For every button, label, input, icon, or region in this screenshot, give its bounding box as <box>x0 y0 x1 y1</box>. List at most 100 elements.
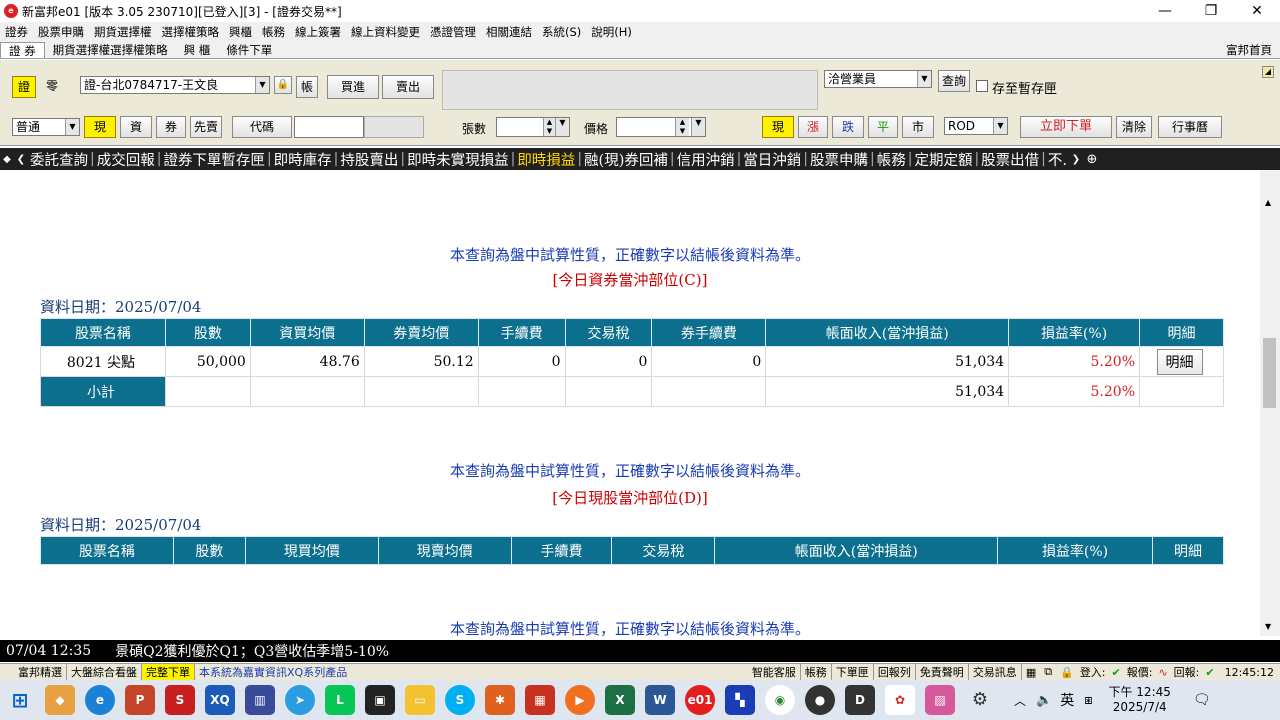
app-flower-icon[interactable]: ✿ <box>885 685 915 715</box>
account-button[interactable]: 帳 <box>296 76 318 98</box>
tab-futures-options[interactable]: 期貨選擇權選擇權策略 <box>45 42 176 58</box>
settings-icon[interactable]: ⚙ <box>965 685 995 715</box>
limit-up-button[interactable]: 漲 <box>798 116 828 138</box>
menu-cert[interactable]: 憑證管理 <box>425 24 481 40</box>
code-button[interactable]: 代碼 <box>232 116 292 138</box>
scroll-left-icon[interactable]: ◆ <box>0 154 14 165</box>
popout-icon[interactable]: ⧉ <box>1040 665 1056 679</box>
clear-button[interactable]: 清除 <box>1116 116 1152 138</box>
price-input[interactable]: ▲ ▼ ▼ <box>616 117 706 137</box>
menu-emerging[interactable]: 興櫃 <box>224 24 257 40</box>
tab-conditional-order[interactable]: 條件下單 <box>218 42 280 58</box>
menu-futures[interactable]: 期貨選擇權 <box>89 24 157 40</box>
scroll-up-icon[interactable]: ▲ <box>1265 198 1271 207</box>
app-player-icon[interactable]: ▶ <box>565 685 595 715</box>
tif-select[interactable]: ROD ▼ <box>944 117 1008 135</box>
monitor-app-icon[interactable]: ▣ <box>365 685 395 715</box>
app-red-icon[interactable]: ▦ <box>525 685 555 715</box>
market-button[interactable]: 市 <box>902 116 934 138</box>
menu-online-change[interactable]: 線上資料變更 <box>346 24 425 40</box>
tab-unrealized-pnl[interactable]: 即時未實現損益 <box>405 149 511 170</box>
minimize-button[interactable]: — <box>1142 0 1188 22</box>
spinner-icon[interactable]: ▲ ▼ <box>543 118 555 136</box>
notification-icon[interactable]: 🗨 <box>1193 692 1211 708</box>
menu-help[interactable]: 說明(H) <box>586 24 637 40</box>
menu-online-sign[interactable]: 線上簽署 <box>290 24 346 40</box>
flat-button[interactable]: 平 <box>868 116 898 138</box>
ime-mode-icon[interactable]: ⧆ <box>1084 693 1092 708</box>
sell-first-button[interactable]: 先賣 <box>190 116 222 138</box>
menu-ipo[interactable]: 股票申購 <box>33 24 89 40</box>
copilot-icon[interactable]: ◆ <box>45 685 75 715</box>
chevron-right-icon[interactable]: ❯ <box>1069 154 1083 165</box>
tab-securities[interactable]: 證 券 <box>0 42 45 58</box>
scroll-thumb[interactable] <box>1263 338 1276 408</box>
app-d-icon[interactable]: D <box>845 685 875 715</box>
tab-daytrade-offset[interactable]: 當日沖銷 <box>741 149 803 170</box>
speaker-icon[interactable]: 🔈 <box>1036 693 1052 708</box>
menu-system[interactable]: 系統(S) <box>537 24 586 40</box>
buy-button[interactable]: 買進 <box>327 75 379 99</box>
zoom-icon[interactable]: ⊕ <box>1083 152 1101 167</box>
line-icon[interactable]: L <box>325 685 355 715</box>
resize-icon[interactable]: ◢ <box>1262 66 1274 78</box>
news-ticker[interactable]: 07/04 12:35 景碩Q2獲利優於Q1；Q3營收估季增5-10% <box>0 640 1280 662</box>
status-tab-market[interactable]: 大盤綜合看盤 <box>67 664 142 680</box>
tab-emerging[interactable]: 興 櫃 <box>176 42 219 58</box>
price-current-button[interactable]: 現 <box>762 116 794 138</box>
tab-order-temp[interactable]: 證券下單暫存匣 <box>161 149 267 170</box>
excel-icon[interactable]: X <box>605 685 635 715</box>
telegram-icon[interactable]: ➤ <box>285 685 315 715</box>
powerpoint-icon[interactable]: P <box>125 685 155 715</box>
obs-icon[interactable]: ● <box>805 685 835 715</box>
tab-credit-offset[interactable]: 信用沖銷 <box>675 149 737 170</box>
sell-button[interactable]: 賣出 <box>382 75 434 99</box>
status-trade-msg[interactable]: 交易訊息 <box>969 664 1022 680</box>
tab-stock-lending[interactable]: 股票出借 <box>979 149 1041 170</box>
chevron-down-icon[interactable]: ▼ <box>555 118 569 136</box>
odd-lot-button[interactable]: 零 <box>40 76 64 98</box>
skype-icon[interactable]: S <box>445 685 475 715</box>
calculator-icon[interactable]: ▦ <box>1022 666 1040 679</box>
stock-button[interactable]: 證 <box>12 76 36 98</box>
app-orange-icon[interactable]: ✱ <box>485 685 515 715</box>
tab-fill-report[interactable]: 成交回報 <box>95 149 157 170</box>
fubon-e01-icon[interactable]: e01 <box>685 685 715 715</box>
vertical-scrollbar[interactable]: ▲ ▼ <box>1260 170 1280 636</box>
menu-option-strategy[interactable]: 選擇權策略 <box>157 24 225 40</box>
chevron-left-icon[interactable]: ❮ <box>14 154 28 165</box>
ime-indicator[interactable]: 英 <box>1060 690 1074 710</box>
tab-account[interactable]: 帳務 <box>875 149 908 170</box>
building-icon[interactable]: ▥ <box>245 685 275 715</box>
detail-button[interactable]: 明細 <box>1156 348 1203 375</box>
tab-more[interactable]: 不. <box>1046 149 1069 170</box>
file-explorer-icon[interactable]: ▭ <box>405 685 435 715</box>
tab-realtime-pnl[interactable]: 即時損益 <box>515 149 577 170</box>
app-s-icon[interactable]: S <box>165 685 195 715</box>
fubon-home-link[interactable]: 富邦首頁 <box>1226 42 1280 58</box>
app-photo-icon[interactable]: ▨ <box>925 685 955 715</box>
qty-input[interactable]: ▲ ▼ ▼ <box>496 117 570 137</box>
edge-icon[interactable]: e <box>85 685 115 715</box>
windows-start-icon[interactable]: ⊞ <box>5 685 35 715</box>
close-button[interactable]: ✕ <box>1234 0 1280 22</box>
spinner-icon[interactable]: ▲ ▼ <box>675 118 689 136</box>
maximize-button[interactable]: ❐ <box>1188 0 1234 22</box>
status-report-bar[interactable]: 回報列 <box>874 664 916 680</box>
tab-inventory[interactable]: 即時庫存 <box>272 149 334 170</box>
broker-select[interactable]: 洽營業員 ▼ <box>824 70 932 88</box>
save-temp-checkbox[interactable] <box>976 80 988 92</box>
limit-down-button[interactable]: 跌 <box>832 116 864 138</box>
status-smart-service[interactable]: 智能客服 <box>748 664 801 680</box>
tab-regular-invest[interactable]: 定期定額 <box>912 149 974 170</box>
tab-ipo[interactable]: 股票申購 <box>808 149 870 170</box>
calendar-button[interactable]: 行事曆 <box>1158 116 1222 138</box>
lock-icon[interactable]: 🔒 <box>1056 666 1078 679</box>
status-tab-picks[interactable]: 富邦精選 <box>0 664 67 680</box>
menu-account[interactable]: 帳務 <box>257 24 290 40</box>
margin-button[interactable]: 資 <box>120 116 152 138</box>
tray-chevron-up-icon[interactable]: ︿ <box>1014 692 1026 709</box>
account-select[interactable]: 證-台北0784717-王文良 ▼ <box>80 76 270 94</box>
xq-icon[interactable]: XQ <box>205 685 235 715</box>
scroll-down-icon[interactable]: ▼ <box>1265 622 1271 631</box>
